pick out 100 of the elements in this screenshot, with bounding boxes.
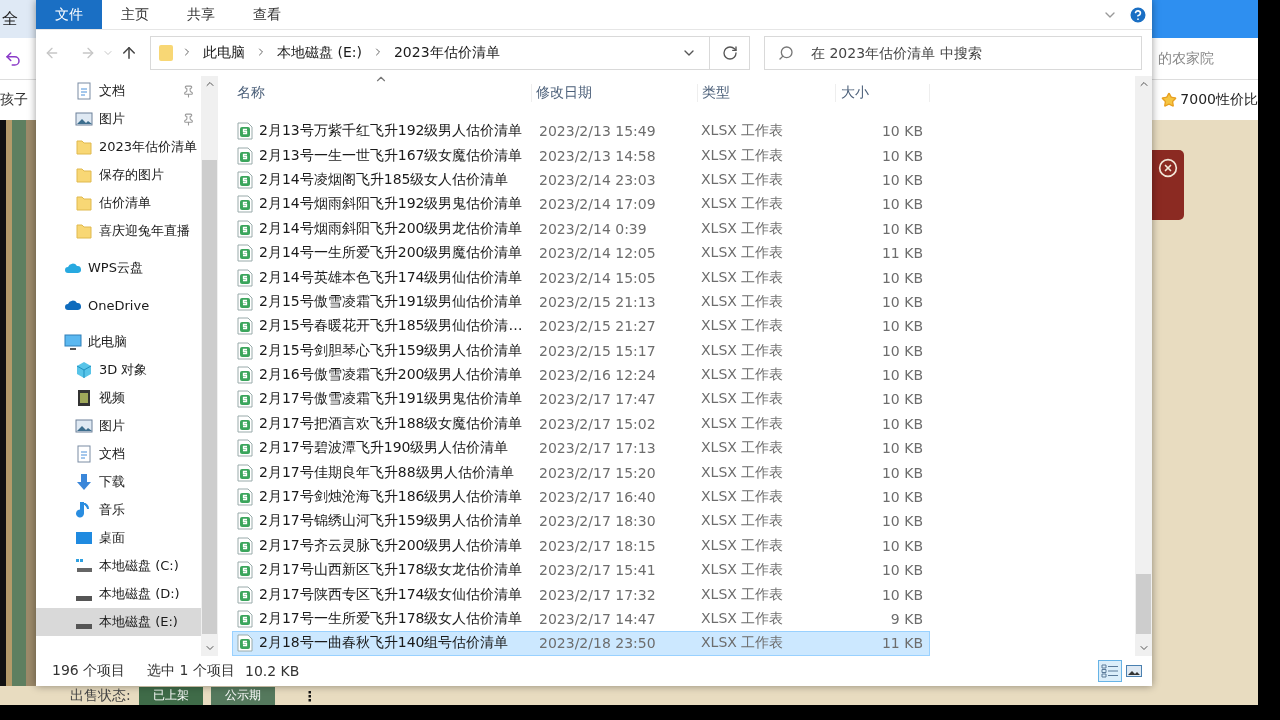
address-bar[interactable]: 此电脑 本地磁盘 (E:) 2023年估价清单 — [150, 36, 750, 70]
file-row[interactable]: 2月14号英雄本色飞升174级男仙估价清单 2023/2/14 15:05 XLSX 工作表 10 KB — [232, 265, 930, 290]
nav-item[interactable]: 此电脑 — [36, 328, 201, 356]
close-icon[interactable] — [1158, 158, 1178, 178]
nav-item[interactable]: 估价清单 — [36, 189, 201, 217]
ribbon-tab[interactable]: 共享 — [168, 0, 234, 29]
ribbon-tab[interactable]: 文件 — [36, 0, 102, 29]
scrollbar-thumb[interactable] — [202, 160, 217, 634]
column-header[interactable]: 修改日期 — [532, 84, 698, 102]
file-row[interactable]: 2月15号剑胆琴心飞升159级男人估价清单 2023/2/15 15:17 XLSX 工作表 10 KB — [232, 338, 930, 363]
file-row[interactable]: 2月15号傲雪凌霜飞升191级男仙估价清单 2023/2/15 21:13 XLSX 工作表 10 KB — [232, 289, 930, 315]
file-type: XLSX 工作表 — [700, 146, 785, 165]
file-name: 2月14号凌烟阁飞升185级女人估价清单 — [259, 170, 509, 189]
file-size: 10 KB — [880, 269, 924, 286]
file-row[interactable]: 2月17号佳期良年飞升88级男人估价清单 2023/2/17 15:20 XLSX 工作表 10 KB — [232, 460, 930, 485]
file-type: XLSX 工作表 — [700, 536, 785, 555]
nav-item[interactable]: 3D 对象 — [36, 356, 201, 384]
breadcrumb-item[interactable]: 此电脑 — [199, 44, 249, 62]
file-name: 2月16号傲雪凌霜飞升200级男人估价清单 — [259, 366, 523, 385]
nav-item[interactable]: 视频 — [36, 384, 201, 412]
file-row[interactable]: 2月17号一生所爱飞升178级女人估价清单 2023/2/17 14:47 XLSX 工作表 9 KB — [232, 606, 930, 632]
nav-item[interactable]: 本地磁盘 (D:) — [36, 580, 201, 608]
forward-icon[interactable] — [80, 45, 96, 61]
selection-size: 10.2 KB — [245, 663, 300, 679]
scrollbar[interactable] — [201, 76, 218, 656]
breadcrumb-item[interactable]: 2023年估价清单 — [389, 44, 504, 62]
file-type: XLSX 工作表 — [700, 122, 785, 141]
undo-icon[interactable] — [4, 49, 22, 68]
nav-item[interactable]: 喜庆迎兔年直播 — [36, 217, 201, 245]
file-size: 10 KB — [880, 318, 924, 335]
refresh-icon[interactable] — [721, 45, 738, 61]
nav-item[interactable]: OneDrive — [36, 291, 201, 319]
file-type: XLSX 工作表 — [700, 463, 785, 482]
more-menu[interactable]: ⋮ — [302, 687, 317, 704]
file-row[interactable]: 2月17号锦绣山河飞升159级男人估价清单 2023/2/17 18:30 XLSX 工作表 10 KB — [232, 509, 930, 534]
spreadsheet-file-icon — [237, 561, 253, 580]
file-row[interactable]: 2月17号剑烛沧海飞升186级男人估价清单 2023/2/17 16:40 XLSX 工作表 10 KB — [232, 484, 930, 510]
spreadsheet-file-icon — [237, 439, 253, 458]
ribbon-tab[interactable]: 查看 — [234, 0, 300, 29]
file-row[interactable]: 2月13号一生一世飞升167级女魔估价清单 2023/2/13 14:58 XLSX 工作表 10 KB — [232, 143, 930, 168]
file-row[interactable]: 2月17号陕西专区飞升174级女仙估价清单 2023/2/17 17:32 XLSX 工作表 10 KB — [232, 582, 930, 607]
pin-icon[interactable] — [182, 112, 195, 126]
breadcrumb-item[interactable]: 本地磁盘 (E:) — [273, 44, 366, 62]
star-icon — [1161, 92, 1178, 108]
file-name: 2月17号陕西专区飞升174级女仙估价清单 — [259, 585, 523, 604]
nav-item[interactable]: 音乐 — [36, 496, 201, 524]
file-row[interactable]: 2月14号凌烟阁飞升185级女人估价清单 2023/2/14 23:03 XLSX 工作表 10 KB — [232, 167, 930, 193]
nav-item[interactable]: 下载 — [36, 468, 201, 496]
file-row[interactable]: 2月17号碧波潭飞升190级男人估价清单 2023/2/17 17:13 XLSX 工作表 10 KB — [232, 436, 930, 461]
file-row[interactable]: 2月14号一生所爱飞升200级男魔估价清单 2023/2/14 12:05 XLSX 工作表 11 KB — [232, 240, 930, 266]
file-row[interactable]: 2月17号齐云灵脉飞升200级男人估价清单 2023/2/17 18:15 XLSX 工作表 10 KB — [232, 533, 930, 559]
file-row[interactable]: 2月16号傲雪凌霜飞升200级男人估价清单 2023/2/16 12:24 XLSX 工作表 10 KB — [232, 362, 930, 388]
file-row[interactable]: 2月17号傲雪凌霜飞升191级男鬼估价清单 2023/2/17 17:47 XLSX 工作表 10 KB — [232, 387, 930, 412]
file-row[interactable]: 2月14号烟雨斜阳飞升192级男鬼估价清单 2023/2/14 17:09 XLSX 工作表 10 KB — [232, 192, 930, 217]
file-row[interactable]: 2月18号一曲春秋飞升140组号估价清单 2023/2/18 23:50 XLSX 工作表 11 KB — [232, 631, 930, 656]
nav-item[interactable]: 本地磁盘 (C:) — [36, 552, 201, 580]
nav-item[interactable]: 文档 — [36, 440, 201, 468]
up-icon[interactable] — [120, 44, 138, 62]
folder-icon — [157, 43, 175, 63]
modified-date: 2023/2/17 16:40 — [538, 489, 657, 506]
file-row[interactable]: 2月17号把酒言欢飞升188级女魔估价清单 2023/2/17 15:02 XLSX 工作表 10 KB — [232, 411, 930, 437]
nav-item[interactable]: 本地磁盘 (E:) — [36, 608, 201, 636]
file-row[interactable]: 2月14号烟雨斜阳飞升200级男龙估价清单 2023/2/14 0:39 XLSX 工作表 10 KB — [232, 216, 930, 241]
nav-item[interactable]: 图片 — [36, 412, 201, 440]
document-icon — [75, 82, 93, 100]
nav-item[interactable]: WPS云盘 — [36, 254, 201, 282]
file-name: 2月17号山西新区飞升178级女龙估价清单 — [259, 561, 523, 580]
status-button[interactable]: 公示期 — [210, 686, 275, 705]
file-row[interactable]: 2月13号万紫千红飞升192级男人估价清单 2023/2/13 15:49 XLSX 工作表 10 KB — [232, 119, 930, 144]
nav-item[interactable]: 2023年估价清单 — [36, 133, 201, 161]
file-row[interactable]: 2月15号春暖花开飞升185级男仙估价清… 2023/2/15 21:27 XLSX 工作表 10 KB — [232, 314, 930, 339]
page-tab[interactable]: 全 — [0, 0, 36, 38]
nav-item[interactable]: 桌面 — [36, 524, 201, 552]
file-size: 10 KB — [880, 367, 924, 384]
back-icon[interactable] — [44, 45, 60, 61]
file-row[interactable]: 2月17号山西新区飞升178级女龙估价清单 2023/2/17 15:41 XLSX 工作表 10 KB — [232, 558, 930, 583]
pin-icon[interactable] — [182, 84, 195, 98]
status-button[interactable]: 已上架 — [138, 686, 203, 705]
column-header[interactable]: 大小 — [836, 84, 930, 102]
spreadsheet-file-icon — [237, 610, 253, 628]
modified-date: 2023/2/15 21:13 — [538, 293, 657, 310]
modified-date: 2023/2/17 17:32 — [538, 586, 657, 603]
ribbon-tab[interactable]: 主页 — [102, 0, 168, 29]
scrollbar-thumb[interactable] — [1136, 574, 1151, 634]
nav-item[interactable]: 保存的图片 — [36, 161, 201, 189]
help-icon[interactable] — [1128, 4, 1148, 25]
file-size: 10 KB — [880, 562, 924, 579]
column-header[interactable]: 类型 — [698, 84, 836, 102]
file-type: XLSX 工作表 — [700, 195, 785, 214]
file-type: XLSX 工作表 — [700, 317, 785, 336]
nav-item[interactable]: 图片 — [36, 105, 201, 133]
column-header[interactable]: 名称 — [232, 84, 532, 102]
scrollbar[interactable] — [1135, 76, 1152, 656]
nav-item[interactable]: 文档 — [36, 77, 201, 105]
search-field[interactable]: 在 2023年估价清单 中搜索 — [764, 36, 1142, 70]
file-type: XLSX 工作表 — [700, 366, 785, 385]
file-name: 2月14号英雄本色飞升174级男仙估价清单 — [259, 268, 523, 287]
modified-date: 2023/2/17 18:30 — [538, 513, 657, 530]
spreadsheet-file-icon — [237, 317, 253, 336]
modified-date: 2023/2/15 21:27 — [538, 318, 657, 335]
